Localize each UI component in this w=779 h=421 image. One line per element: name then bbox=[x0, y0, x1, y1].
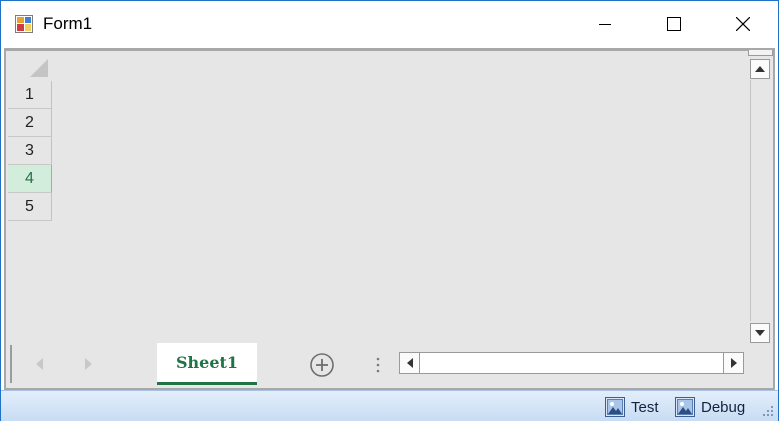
tab-splitter-dots-icon[interactable] bbox=[376, 356, 380, 374]
resize-grip-icon[interactable] bbox=[762, 405, 774, 417]
app-window: Form1 1 2 3 4 5 Sheet1 Test Debug bbox=[0, 0, 779, 421]
arrow-down-icon bbox=[755, 330, 765, 336]
tab-bar-divider bbox=[10, 345, 12, 383]
row-header-5[interactable]: 5 bbox=[8, 193, 52, 221]
scroll-up-button[interactable] bbox=[750, 59, 770, 79]
scroll-down-button[interactable] bbox=[750, 323, 770, 343]
sheet-tab-sheet1[interactable]: Sheet1 bbox=[157, 343, 257, 385]
minimize-icon bbox=[599, 24, 611, 25]
arrow-up-icon bbox=[755, 66, 765, 72]
status-test-button[interactable]: Test bbox=[605, 397, 659, 417]
arrow-left-icon bbox=[406, 358, 413, 368]
image-icon bbox=[675, 397, 695, 417]
form-app-icon bbox=[15, 15, 33, 33]
status-debug-label: Debug bbox=[701, 398, 746, 416]
row-header-3[interactable]: 3 bbox=[8, 137, 52, 165]
select-all-corner[interactable] bbox=[8, 53, 52, 81]
row-header-1[interactable]: 1 bbox=[8, 81, 52, 109]
caret-right-icon bbox=[84, 358, 92, 370]
window-title: Form1 bbox=[43, 14, 93, 33]
caret-left-icon bbox=[35, 358, 43, 370]
sheet-tab-bar: Sheet1 bbox=[4, 343, 775, 388]
vertical-split-grip[interactable] bbox=[748, 50, 773, 56]
title-bar[interactable]: Form1 bbox=[1, 1, 778, 47]
status-debug-button[interactable]: Debug bbox=[675, 397, 745, 417]
status-test-label: Test bbox=[631, 398, 659, 416]
row-header-2[interactable]: 2 bbox=[8, 109, 52, 137]
select-all-triangle-icon bbox=[30, 59, 48, 77]
minimize-button[interactable] bbox=[582, 1, 628, 47]
close-icon bbox=[736, 17, 750, 31]
maximize-icon bbox=[667, 17, 681, 31]
vertical-scrollbar[interactable] bbox=[748, 50, 773, 346]
horizontal-scrollbar[interactable] bbox=[399, 352, 744, 374]
scroll-right-button[interactable] bbox=[723, 353, 743, 373]
row-header-4-selected[interactable]: 4 bbox=[8, 165, 52, 193]
spreadsheet-grid[interactable]: 1 2 3 4 5 bbox=[4, 48, 775, 390]
close-button[interactable] bbox=[720, 1, 766, 47]
arrow-right-icon bbox=[730, 358, 737, 368]
previous-sheet-button[interactable] bbox=[32, 356, 46, 372]
image-icon bbox=[605, 397, 625, 417]
vertical-scroll-track[interactable] bbox=[750, 80, 770, 321]
next-sheet-button[interactable] bbox=[81, 356, 95, 372]
maximize-button[interactable] bbox=[651, 1, 697, 47]
add-sheet-icon[interactable] bbox=[309, 352, 335, 378]
status-bar: Test Debug bbox=[1, 390, 778, 421]
scroll-left-button[interactable] bbox=[400, 353, 420, 373]
